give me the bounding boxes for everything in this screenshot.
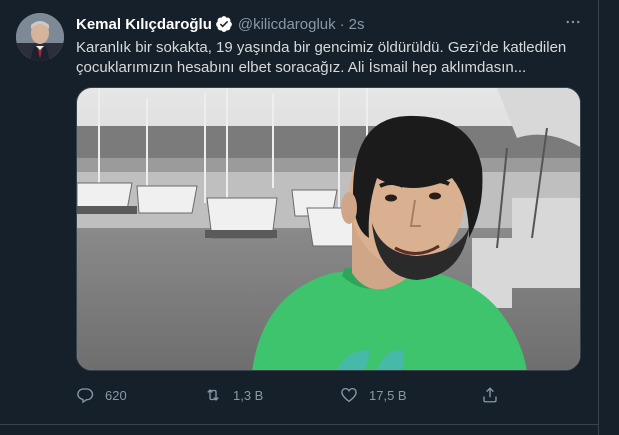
tweet-divider [0,424,598,425]
share-action[interactable] [481,384,510,406]
share-icon[interactable] [481,386,499,404]
heart-icon[interactable] [340,386,358,404]
like-action[interactable]: 17,5 B [340,384,407,406]
avatar[interactable] [16,13,64,61]
reply-count: 620 [105,387,127,403]
retweet-count: 1,3 B [233,387,264,403]
more-icon[interactable] [562,12,584,32]
tweet-header: Kemal Kılıçdaroğlu @kilicdarogluk · 2s [76,14,364,34]
author-name[interactable]: Kemal Kılıçdaroğlu [76,16,212,33]
like-count: 17,5 B [369,387,407,403]
tweet[interactable]: Kemal Kılıçdaroğlu @kilicdarogluk · 2s K… [0,0,598,435]
author-handle[interactable]: @kilicdarogluk [238,16,336,33]
tweet-actions: 620 1,3 B 17,5 B [76,384,516,406]
header-separator: · [339,15,345,33]
sidebar-gap [599,0,619,435]
tweet-text: Karanlık bir sokakta, 19 yaşında bir gen… [76,39,567,76]
retweet-icon[interactable] [204,386,222,404]
tweet-timestamp[interactable]: 2s [349,16,365,33]
photo-image [77,88,580,370]
tweet-photo[interactable] [76,87,581,371]
avatar-image [16,13,64,61]
verified-badge-icon [215,15,233,33]
retweet-action[interactable]: 1,3 B [204,384,263,406]
reply-icon[interactable] [76,386,94,404]
reply-action[interactable]: 620 [76,384,127,406]
